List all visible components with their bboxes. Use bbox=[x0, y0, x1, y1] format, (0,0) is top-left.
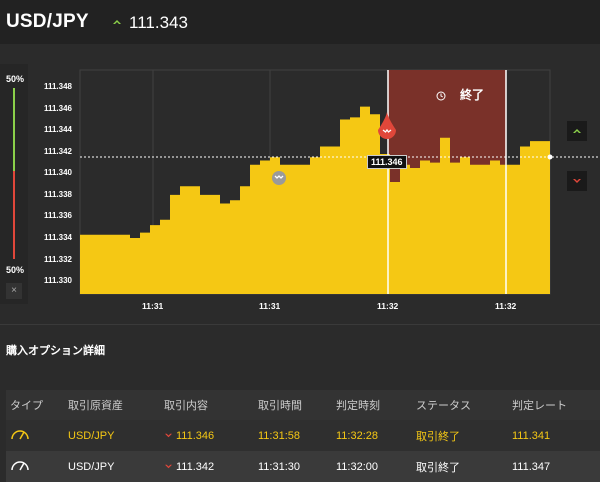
row-judge-rate: 111.347 bbox=[512, 460, 551, 473]
y-tick-label: 111.340 bbox=[43, 168, 72, 178]
section-title: 購入オプション詳細 bbox=[6, 345, 105, 357]
row-trade-time: 11:31:30 bbox=[258, 460, 301, 473]
gauge-icon bbox=[6, 458, 68, 475]
y-tick-label: 111.336 bbox=[43, 211, 72, 221]
header-status: ステータス bbox=[416, 400, 471, 412]
y-tick-label: 111.332 bbox=[43, 254, 72, 264]
table-row[interactable]: USD/JPY 111.342 11:31:30 11:32:00 取引終了 1… bbox=[6, 451, 600, 482]
high-button[interactable] bbox=[567, 121, 587, 141]
header-type: タイプ bbox=[10, 400, 43, 412]
current-rate-label: 111.346 bbox=[367, 155, 407, 169]
current-rate-dot bbox=[547, 154, 553, 160]
expired-label: 終了 bbox=[460, 88, 485, 102]
trade-marker-down-2 bbox=[272, 171, 286, 185]
purchase-table: タイプ 取引原資産 取引内容 取引時間 判定時刻 ステータス 判定レート USD… bbox=[6, 390, 600, 482]
low-button[interactable] bbox=[567, 171, 587, 191]
header-trade-time: 取引時間 bbox=[258, 400, 302, 412]
header-judge-rate: 判定レート bbox=[512, 400, 567, 412]
row-content: 111.346 bbox=[164, 430, 258, 442]
header-asset: 取引原資産 bbox=[68, 400, 123, 412]
table-row[interactable]: USD/JPY 111.346 11:31:58 11:32:28 取引終了 1… bbox=[6, 420, 600, 451]
row-asset: USD/JPY bbox=[68, 460, 115, 473]
table-header: タイプ 取引原資産 取引内容 取引時間 判定時刻 ステータス 判定レート bbox=[6, 390, 600, 420]
row-status: 取引終了 bbox=[416, 430, 460, 443]
x-tick-label: 11:32 bbox=[377, 301, 399, 311]
x-tick-label: 11:32 bbox=[495, 301, 517, 311]
y-tick-label: 111.344 bbox=[43, 125, 72, 135]
row-asset: USD/JPY bbox=[68, 429, 115, 442]
y-tick-label: 111.348 bbox=[43, 82, 72, 92]
row-status: 取引終了 bbox=[416, 461, 460, 474]
row-rate: 111.346 bbox=[176, 429, 215, 442]
x-tick-label: 11:31 bbox=[259, 301, 281, 311]
y-tick-label: 111.338 bbox=[43, 189, 72, 199]
x-tick-label: 11:31 bbox=[142, 301, 164, 311]
header-judge-time: 判定時刻 bbox=[336, 400, 380, 412]
down-arrow-icon bbox=[573, 179, 581, 183]
row-trade-time: 11:31:58 bbox=[258, 429, 301, 442]
row-judge-time: 11:32:28 bbox=[336, 429, 379, 442]
row-judge-rate: 111.341 bbox=[512, 429, 551, 442]
y-tick-label: 111.346 bbox=[43, 103, 72, 113]
header-content: 取引内容 bbox=[164, 400, 208, 412]
purchase-options-section: 購入オプション詳細 bbox=[0, 324, 600, 369]
row-content: 111.342 bbox=[164, 461, 258, 473]
row-judge-time: 11:32:00 bbox=[336, 460, 379, 473]
down-arrow-icon bbox=[165, 464, 172, 469]
clock-icon bbox=[436, 88, 446, 101]
y-tick-label: 111.342 bbox=[43, 146, 72, 156]
gauge-icon bbox=[6, 427, 68, 444]
y-tick-label: 111.334 bbox=[43, 233, 72, 242]
y-tick-label: 111.330 bbox=[43, 276, 72, 286]
down-arrow-icon bbox=[165, 433, 172, 438]
price-chart bbox=[79, 69, 600, 295]
row-rate: 111.342 bbox=[176, 460, 215, 473]
up-arrow-icon bbox=[573, 129, 581, 133]
